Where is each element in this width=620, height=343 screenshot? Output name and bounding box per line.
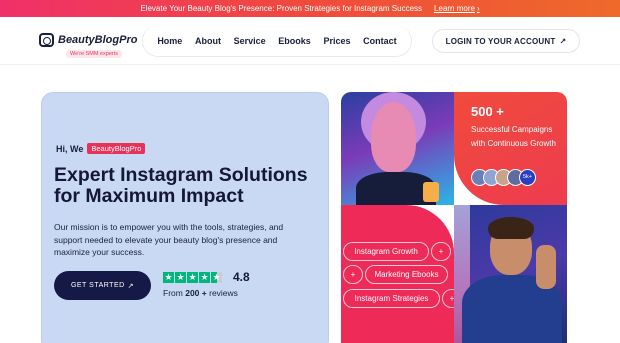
photo-face-shape <box>371 102 416 172</box>
star-icon: ★ <box>199 272 210 283</box>
photo-hair-shape <box>488 217 534 239</box>
hero-title: Expert Instagram Solutions for Maximum I… <box>54 164 308 207</box>
nav-service[interactable]: Service <box>234 36 266 46</box>
greeting-text: Hi, We <box>56 143 84 154</box>
nav-about[interactable]: About <box>195 36 221 46</box>
star-icon: ★ <box>163 272 174 283</box>
service-pill-instagram-strategies[interactable]: Instagram Strategies <box>343 289 440 308</box>
plus-icon[interactable]: + <box>343 265 363 284</box>
nav-contact[interactable]: Contact <box>363 36 397 46</box>
login-label: LOGIN TO YOUR ACCOUNT <box>445 36 556 46</box>
services-card: Instagram Growth + + Marketing Ebooks In… <box>341 205 454 343</box>
logo[interactable]: BeautyBlogPro <box>39 33 137 47</box>
announcement-text: Elevate Your Beauty Blog's Presence: Pro… <box>140 4 423 13</box>
stats-number: 500 + <box>471 104 504 119</box>
avatar-more-count: 5k+ <box>519 169 536 186</box>
get-started-label: GET STARTED <box>70 282 125 289</box>
photo-hand-shape <box>536 245 556 289</box>
arrow-up-right-icon: ↗ <box>127 282 135 290</box>
influencer-photo <box>341 92 454 205</box>
avatar-group: 5k+ <box>471 169 536 186</box>
reviews-number: 200 + <box>185 288 207 298</box>
instagram-logo-icon <box>39 33 54 47</box>
hero-card: Hi, We BeautyBlogPro Expert Instagram So… <box>41 92 329 343</box>
site-header: BeautyBlogPro We're SMM experts Home Abo… <box>0 17 620 65</box>
logo-text: BeautyBlogPro <box>58 34 138 46</box>
get-started-button[interactable]: GET STARTED ↗ <box>54 271 151 300</box>
chevron-right-icon: › <box>476 4 480 13</box>
influencer-photo-man <box>454 205 567 343</box>
login-button[interactable]: LOGIN TO YOUR ACCOUNT ↗ <box>432 29 580 53</box>
star-icon: ★ <box>175 272 186 283</box>
stats-card: 500 + Successful Campaigns with Continuo… <box>454 92 567 205</box>
announcement-bar: Elevate Your Beauty Blog's Presence: Pro… <box>0 0 620 17</box>
plus-icon[interactable]: + <box>431 242 451 261</box>
half-star-icon: ★ <box>211 272 222 283</box>
stats-text: Successful Campaigns with Continuous Gro… <box>471 125 556 148</box>
nav-home[interactable]: Home <box>157 36 182 46</box>
reviews-prefix: From <box>163 288 183 298</box>
reviews-suffix: reviews <box>209 288 238 298</box>
rating-value: 4.8 <box>233 270 250 284</box>
plus-icon[interactable]: + <box>442 289 454 308</box>
arrow-up-right-icon: ↗ <box>559 36 567 46</box>
hero-description: Our mission is to empower you with the t… <box>54 222 284 257</box>
logo-tagline: We're SMM experts <box>66 50 123 58</box>
brand-badge: BeautyBlogPro <box>87 143 146 154</box>
main-nav: Home About Service Ebooks Prices Contact <box>142 25 412 57</box>
photo-lamp-shape <box>423 182 439 202</box>
reviews-count: From 200 + reviews <box>163 288 238 298</box>
nav-ebooks[interactable]: Ebooks <box>278 36 311 46</box>
star-icon: ★ <box>187 272 198 283</box>
learn-more-link[interactable]: Learn more › <box>434 4 480 13</box>
hero-greeting: Hi, We BeautyBlogPro <box>56 143 146 154</box>
service-pill-marketing-ebooks[interactable]: Marketing Ebooks <box>365 265 448 284</box>
learn-more-label: Learn more <box>434 4 475 13</box>
trustpilot-stars: ★ ★ ★ ★ ★ <box>163 272 222 283</box>
service-pill-instagram-growth[interactable]: Instagram Growth <box>343 242 429 261</box>
nav-prices[interactable]: Prices <box>323 36 350 46</box>
